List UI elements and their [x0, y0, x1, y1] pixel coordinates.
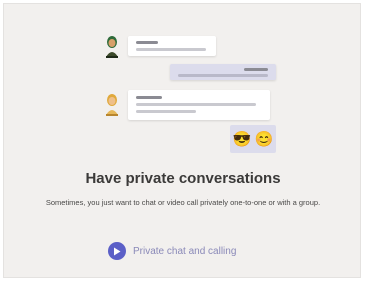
private-chat-calling-link[interactable]: Private chat and calling — [108, 242, 236, 260]
incoming-message-bubble — [128, 36, 216, 56]
message-text-line — [136, 48, 206, 51]
message-name-line — [136, 41, 158, 44]
avatar-person-2-icon — [102, 92, 122, 118]
cta-label: Private chat and calling — [133, 245, 237, 257]
chat-illustration: 😎 😊 — [4, 4, 360, 164]
outgoing-message-bubble — [170, 64, 276, 80]
play-icon — [108, 242, 126, 260]
empty-state-panel: 😎 😊 Have private conversations Sometimes… — [3, 3, 361, 278]
smile-emoji-icon: 😊 — [254, 130, 274, 148]
empty-state-description: Sometimes, you just want to chat or vide… — [45, 198, 321, 207]
avatar-person-1-icon — [102, 34, 122, 60]
emoji-reply-bubble: 😎 😊 — [230, 125, 276, 153]
message-name-line — [244, 68, 268, 71]
message-text-line — [136, 110, 196, 113]
incoming-message-bubble — [128, 90, 270, 120]
message-text-line — [136, 103, 256, 106]
message-text-line — [178, 74, 268, 77]
empty-state-title: Have private conversations — [85, 170, 281, 187]
message-name-line — [136, 96, 162, 99]
sunglasses-emoji-icon: 😎 — [232, 130, 252, 148]
